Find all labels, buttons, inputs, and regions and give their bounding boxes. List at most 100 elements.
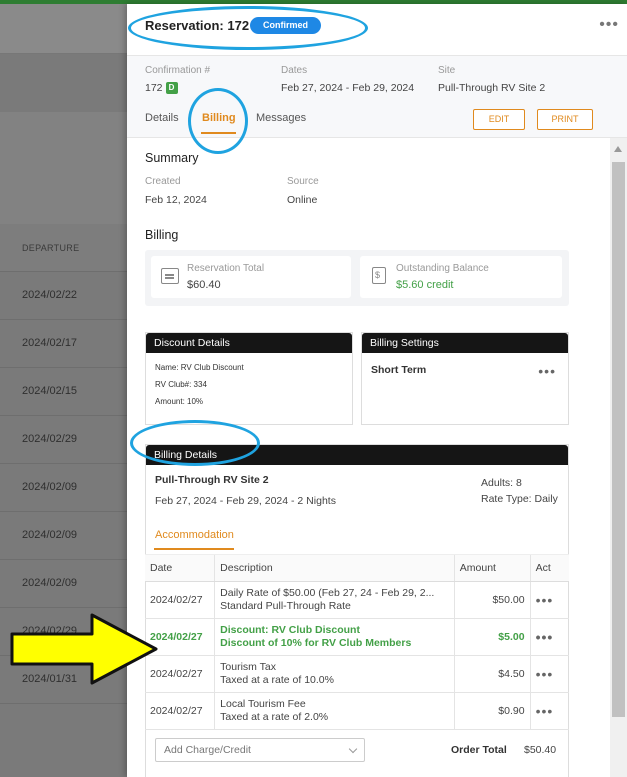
column-amount: Amount bbox=[453, 554, 531, 582]
line-date: 2024/02/27 bbox=[145, 692, 215, 730]
table-row: 2024/02/27 Tourism Tax Taxed at a rate of… bbox=[145, 655, 569, 693]
departure-date: 2024/02/29 bbox=[22, 433, 78, 445]
add-charge-select[interactable]: Add Charge/Credit bbox=[155, 738, 365, 762]
table-row: 2024/02/27 Daily Rate of $50.00 (Feb 27,… bbox=[145, 581, 569, 619]
dates-value: Feb 27, 2024 - Feb 29, 2024 bbox=[281, 82, 415, 94]
order-total-label: Order Total bbox=[451, 744, 507, 756]
line-description: Daily Rate of $50.00 (Feb 27, 24 - Feb 2… bbox=[214, 581, 455, 619]
scroll-up-arrow-icon[interactable] bbox=[614, 146, 622, 152]
background-row[interactable]: 2024/02/29 bbox=[0, 416, 127, 464]
created-value: Feb 12, 2024 bbox=[145, 194, 207, 206]
dates-label: Dates bbox=[281, 65, 308, 76]
tab-messages[interactable]: Messages bbox=[256, 112, 306, 124]
credit-card-icon bbox=[161, 268, 179, 284]
active-tab-indicator bbox=[201, 132, 236, 134]
scrollbar-thumb[interactable] bbox=[612, 162, 625, 717]
tab-accommodation[interactable]: Accommodation bbox=[155, 529, 234, 541]
line-desc-secondary: Taxed at a rate of 10.0% bbox=[220, 674, 334, 686]
reservation-total-value: $60.40 bbox=[187, 279, 221, 291]
departure-date: 2024/02/29 bbox=[22, 625, 78, 637]
background-row[interactable]: 2024/02/15 bbox=[0, 368, 127, 416]
print-button[interactable]: PRINT bbox=[537, 109, 593, 130]
line-amount: $0.90 bbox=[453, 692, 531, 730]
billing-term: Short Term bbox=[371, 364, 427, 376]
confirmation-d-badge: D bbox=[165, 82, 178, 94]
departure-date: 2024/02/22 bbox=[22, 289, 78, 301]
background-row[interactable]: 2024/02/09 bbox=[0, 560, 127, 608]
line-desc-secondary: Standard Pull-Through Rate bbox=[220, 600, 351, 612]
departure-date: 2024/02/17 bbox=[22, 337, 78, 349]
invoice-icon bbox=[372, 267, 386, 284]
column-description: Description bbox=[214, 554, 455, 582]
more-horizontal-icon[interactable]: ••• bbox=[529, 692, 569, 730]
background-row[interactable]: 2024/02/09 bbox=[0, 464, 127, 512]
chevron-down-icon bbox=[348, 744, 358, 754]
departure-date: 2024/02/15 bbox=[22, 385, 78, 397]
departure-column-header[interactable]: DEPARTURE bbox=[0, 224, 127, 272]
drawer-header: Reservation: 172 Confirmed ••• bbox=[127, 4, 627, 56]
accommodation-tab-indicator bbox=[154, 548, 234, 550]
table-row: 2024/02/27 Discount: RV Club Discount Dis… bbox=[145, 618, 569, 656]
more-horizontal-icon[interactable]: ••• bbox=[538, 363, 556, 379]
more-horizontal-icon[interactable]: ••• bbox=[599, 16, 619, 34]
departure-date: 2024/02/09 bbox=[22, 577, 78, 589]
more-horizontal-icon[interactable]: ••• bbox=[529, 618, 569, 656]
billing-title: Billing bbox=[145, 228, 179, 242]
line-amount: $50.00 bbox=[453, 581, 531, 619]
billing-settings-title: Billing Settings bbox=[362, 333, 568, 353]
departure-date: 2024/01/31 bbox=[22, 673, 78, 685]
reservation-total-card: Reservation Total $60.40 bbox=[151, 256, 351, 298]
table-header-row: Date Description Amount Act bbox=[145, 554, 569, 582]
site-label: Site bbox=[438, 65, 456, 76]
outstanding-balance-card: Outstanding Balance $5.60 credit bbox=[360, 256, 562, 298]
column-date: Date bbox=[145, 554, 215, 582]
reservation-title: Reservation: 172 bbox=[145, 18, 250, 33]
line-amount: $5.00 bbox=[453, 618, 531, 656]
more-horizontal-icon[interactable]: ••• bbox=[529, 655, 569, 693]
line-description: Discount: RV Club Discount Discount of 10… bbox=[214, 618, 455, 656]
edit-button[interactable]: EDIT bbox=[473, 109, 525, 130]
background-row[interactable]: 2024/01/31 bbox=[0, 656, 127, 704]
discount-details-panel: Discount Details Name: RV Club Discount … bbox=[145, 332, 353, 425]
departure-date: 2024/02/09 bbox=[22, 529, 78, 541]
line-desc-primary: Discount: RV Club Discount bbox=[220, 624, 360, 636]
tab-billing[interactable]: Billing bbox=[202, 112, 236, 124]
background-row[interactable]: 2024/02/17 bbox=[0, 320, 127, 368]
billing-lines-table: Date Description Amount Act 2024/02/27 D… bbox=[145, 554, 569, 730]
line-desc-primary: Daily Rate of $50.00 (Feb 27, 24 - Feb 2… bbox=[220, 587, 435, 599]
billing-rate-type: Rate Type: Daily bbox=[481, 493, 558, 505]
billing-settings-panel: Billing Settings Short Term ••• bbox=[361, 332, 569, 425]
outstanding-balance-value: $5.60 credit bbox=[396, 279, 454, 291]
order-total-value: $50.40 bbox=[524, 744, 557, 756]
line-date: 2024/02/27 bbox=[145, 618, 215, 656]
column-actions: Act bbox=[529, 554, 569, 582]
confirmation-number: 172 bbox=[145, 82, 163, 94]
line-date: 2024/02/27 bbox=[145, 581, 215, 619]
line-description: Local Tourism Fee Taxed at a rate of 2.0% bbox=[214, 692, 455, 730]
billing-adults: Adults: 8 bbox=[481, 477, 522, 489]
reservation-drawer: Reservation: 172 Confirmed ••• Confirmat… bbox=[127, 4, 627, 777]
reservation-total-label: Reservation Total bbox=[187, 263, 265, 274]
line-amount: $4.50 bbox=[453, 655, 531, 693]
drawer-scrollbar[interactable] bbox=[610, 138, 627, 777]
table-row: 2024/02/27 Local Tourism Fee Taxed at a r… bbox=[145, 692, 569, 730]
billing-dates: Feb 27, 2024 - Feb 29, 2024 - 2 Nights bbox=[155, 495, 336, 507]
background-row[interactable]: 2024/02/09 bbox=[0, 512, 127, 560]
tab-details[interactable]: Details bbox=[145, 112, 179, 124]
discount-details-title: Discount Details bbox=[146, 333, 352, 353]
confirmation-value: 172 D bbox=[145, 82, 178, 94]
billing-summary: Reservation Total $60.40 Outstanding Bal… bbox=[145, 250, 569, 306]
line-date: 2024/02/27 bbox=[145, 655, 215, 693]
departure-date: 2024/02/09 bbox=[22, 481, 78, 493]
more-horizontal-icon[interactable]: ••• bbox=[529, 581, 569, 619]
reservation-meta: Confirmation # 172 D Dates Feb 27, 2024 -… bbox=[127, 56, 627, 138]
line-desc-primary: Tourism Tax bbox=[220, 661, 276, 673]
background-row[interactable]: 2024/02/29 bbox=[0, 608, 127, 656]
add-charge-placeholder: Add Charge/Credit bbox=[164, 744, 251, 756]
outstanding-balance-label: Outstanding Balance bbox=[396, 263, 489, 274]
discount-name: Name: RV Club Discount bbox=[155, 363, 244, 372]
line-description: Tourism Tax Taxed at a rate of 10.0% bbox=[214, 655, 455, 693]
created-label: Created bbox=[145, 176, 181, 187]
billing-details-title: Billing Details bbox=[146, 445, 568, 465]
background-row[interactable]: 2024/02/22 bbox=[0, 272, 127, 320]
